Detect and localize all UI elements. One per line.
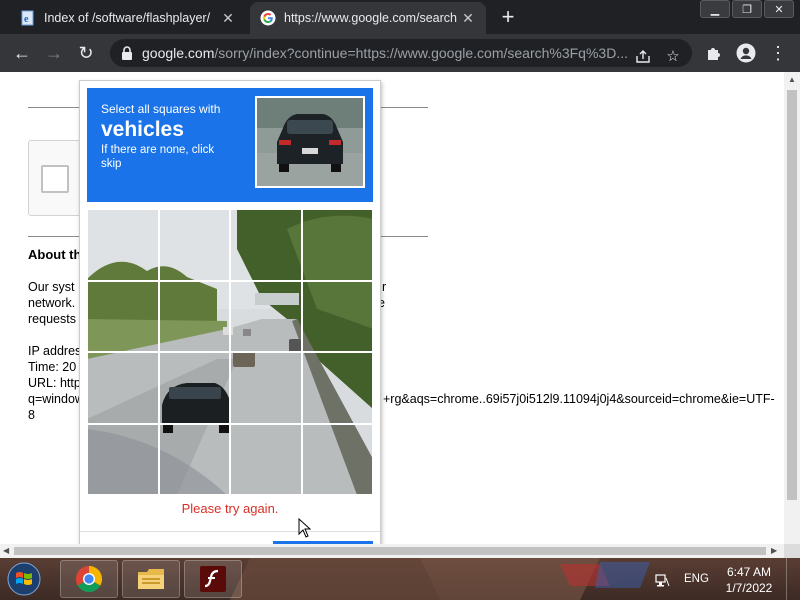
captcha-tile[interactable] (87, 423, 159, 495)
start-button[interactable] (4, 560, 44, 598)
url-host: google.com (142, 45, 215, 61)
mouse-cursor-icon (298, 518, 312, 538)
svg-text:e: e (24, 14, 29, 25)
flash-player-icon (200, 566, 226, 592)
network-icon[interactable] (654, 572, 670, 591)
back-arrow-icon[interactable]: ← (10, 41, 34, 65)
sample-vehicle-image (255, 96, 365, 188)
paragraph-line: requests (28, 312, 76, 326)
forward-arrow-icon[interactable]: → (42, 41, 66, 65)
taskbar-flash-button[interactable] (184, 560, 242, 598)
language-indicator[interactable]: ENG (684, 573, 709, 585)
close-tab-icon[interactable]: ✕ (220, 10, 236, 26)
close-tab-icon[interactable]: ✕ (460, 10, 476, 26)
captcha-footer-divider (80, 531, 380, 532)
google-icon (260, 10, 276, 26)
clock-time: 6:47 AM (726, 565, 772, 579)
browser-toolbar: ← → ↻ google.com/sorry/index?continue=ht… (0, 34, 800, 72)
taskbar-chrome-button[interactable] (60, 560, 118, 598)
paragraph-line-tail: r (382, 280, 387, 294)
captcha-tile[interactable] (158, 352, 230, 424)
scrollbar-corner (784, 544, 800, 558)
captcha-tile[interactable] (301, 280, 373, 352)
scroll-left-icon[interactable]: ◀ (3, 546, 9, 555)
file-explorer-icon (138, 569, 164, 589)
captcha-tile[interactable] (87, 209, 159, 281)
captcha-tile[interactable] (87, 280, 159, 352)
share-icon[interactable] (634, 48, 652, 66)
url-path: /sorry/index?continue=https://www.google… (214, 45, 628, 61)
minimize-button[interactable]: ▁ (700, 0, 730, 18)
clock-date: 1/7/2022 (725, 581, 773, 595)
url-line: +rg&aqs=chrome..69i57j0i512l9.11094j0j4&… (383, 392, 775, 406)
captcha-tile[interactable] (158, 209, 230, 281)
captcha-header: Select all squares with vehicles If ther… (87, 88, 373, 202)
paragraph-line: Our syst (28, 280, 75, 294)
tab-google-search[interactable]: https://www.google.com/search ✕ (250, 2, 486, 34)
horizontal-scroll-thumb[interactable] (14, 547, 766, 555)
taskbar-explorer-button[interactable] (122, 560, 180, 598)
show-desktop-button[interactable] (786, 558, 800, 600)
captcha-challenge-popup: Select all squares with vehicles If ther… (79, 80, 381, 544)
extensions-puzzle-icon[interactable] (702, 41, 726, 65)
ip-address-label: IP addres (28, 344, 82, 358)
new-tab-button[interactable]: + (496, 6, 520, 30)
captcha-hint: If there are none, click skip (101, 144, 215, 170)
bookmark-star-icon[interactable]: ☆ (664, 47, 682, 65)
windows-taskbar: ENG 6:47 AM 1/7/2022 (0, 558, 800, 600)
profile-avatar-icon[interactable] (734, 41, 758, 65)
captcha-tile[interactable] (230, 423, 302, 495)
vertical-scrollbar[interactable]: ▲ (784, 72, 800, 544)
captcha-target: vehicles (101, 118, 184, 141)
paragraph-line: network. (28, 296, 76, 310)
horizontal-scrollbar[interactable]: ◀ ▶ (0, 544, 784, 558)
window-controls: ▁ ❐ ✕ (700, 0, 794, 18)
reload-icon[interactable]: ↻ (74, 41, 98, 65)
tab-title: Index of /software/flashplayer/ (44, 11, 211, 25)
captcha-tile[interactable] (158, 423, 230, 495)
captcha-tile[interactable] (230, 352, 302, 424)
chrome-icon (75, 565, 103, 593)
url-line: 8 (28, 408, 35, 422)
captcha-tile[interactable] (87, 352, 159, 424)
ie-document-icon: e (20, 10, 36, 26)
time-label: Time: 20 (28, 360, 77, 374)
lock-icon (122, 46, 132, 60)
maximize-button[interactable]: ❐ (732, 0, 762, 18)
menu-kebab-icon[interactable]: ⋮ (766, 41, 790, 65)
scroll-up-icon[interactable]: ▲ (788, 75, 796, 84)
tab-strip: e Index of /software/flashplayer/ ✕ http… (0, 0, 800, 34)
captcha-instruction: Select all squares with (101, 102, 221, 116)
captcha-error-message: Please try again. (181, 501, 279, 516)
tab-flashplayer-index[interactable]: e Index of /software/flashplayer/ ✕ (10, 2, 246, 34)
tab-title: https://www.google.com/search (284, 11, 457, 25)
captcha-tile[interactable] (230, 209, 302, 281)
clock[interactable]: 6:47 AM 1/7/2022 (716, 564, 782, 596)
about-heading: About th (28, 247, 82, 262)
url-label: URL: http (28, 376, 81, 390)
address-bar[interactable]: google.com/sorry/index?continue=https://… (110, 39, 692, 67)
url-line: q=window (28, 392, 84, 406)
taskbar-wallpaper-pattern (230, 558, 650, 600)
vertical-scroll-thumb[interactable] (787, 90, 797, 500)
scroll-right-icon[interactable]: ▶ (771, 546, 777, 555)
page-content: About th Our syst r network. e requests … (0, 72, 784, 544)
captcha-tile[interactable] (301, 209, 373, 281)
close-window-button[interactable]: ✕ (764, 0, 794, 18)
captcha-tile[interactable] (301, 352, 373, 424)
captcha-tile[interactable] (230, 280, 302, 352)
windows-logo-icon (7, 562, 41, 596)
captcha-tile[interactable] (301, 423, 373, 495)
captcha-tile[interactable] (158, 280, 230, 352)
captcha-image-grid (87, 209, 373, 495)
recaptcha-checkbox[interactable] (41, 165, 69, 193)
